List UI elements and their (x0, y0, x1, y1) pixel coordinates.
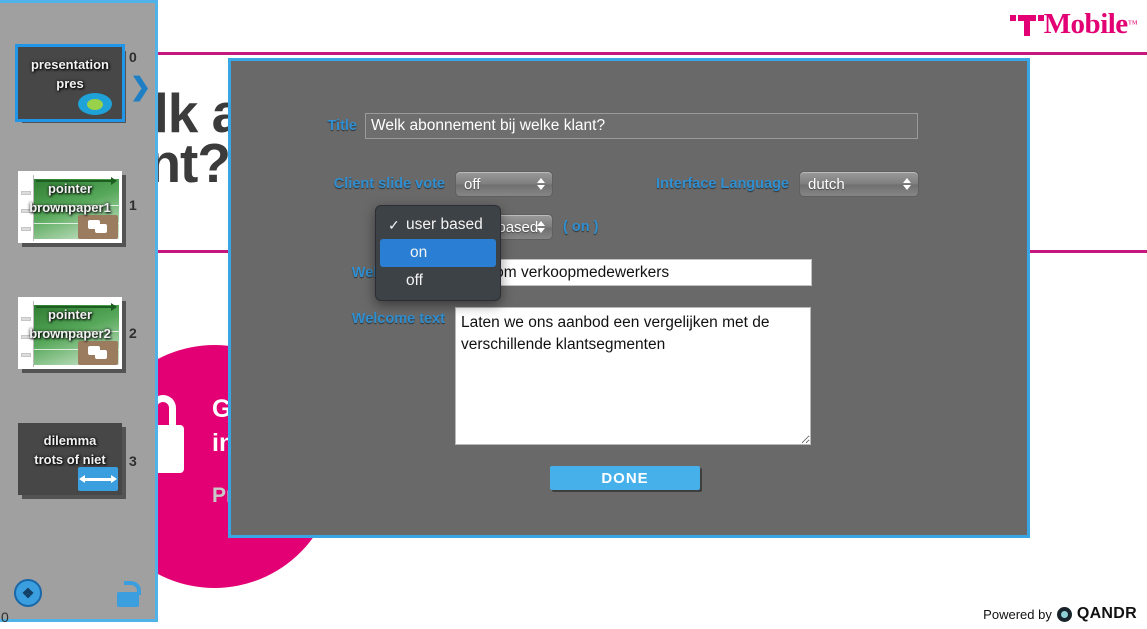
tmobile-trademark: ™ (1127, 19, 1138, 30)
qrcode-state: ( on ) (563, 219, 599, 235)
cards-icon (78, 341, 118, 365)
client-slide-vote-select[interactable]: off (455, 171, 553, 197)
dropdown-option-label: on (410, 244, 428, 261)
stepper-arrows-icon (537, 178, 545, 190)
welcome-text-label: Welcome text (351, 311, 445, 327)
guide-line-top (0, 52, 1147, 55)
sidebar-slide-thumb-2[interactable]: pointer brownpaper2 (18, 297, 122, 369)
tmobile-wordmark: Mobile (1043, 8, 1129, 40)
qandr-logo-icon (1056, 606, 1072, 622)
sidebar-slide-thumb-1[interactable]: pointer brownpaper1 (18, 171, 122, 243)
slide-sidebar[interactable]: presentation pres 0 ❯ pointer brownpaper… (0, 0, 158, 622)
qandr-wordmark: QANDR (1076, 605, 1137, 622)
app-window: Welk abonnement bij welke klant? Gecombi… (0, 0, 1147, 629)
stepper-arrows-icon (903, 178, 911, 190)
tmobile-t-mark (1009, 13, 1044, 37)
welcome-title-input[interactable] (455, 259, 812, 286)
done-button[interactable]: DONE (550, 466, 700, 490)
sidebar-slide-number-3: 3 (129, 453, 137, 469)
slide-settings-dialog: Title Client slide vote off Interface La… (228, 58, 1030, 538)
title-row: Title (313, 113, 918, 139)
welcome-text-row: Welcome text Laten we ons aanbod een ver… (313, 307, 811, 445)
dropdown-option-on[interactable]: on (380, 239, 496, 267)
client-slide-vote-label: Client slide vote (333, 176, 445, 192)
interface-language-value: dutch (808, 175, 845, 193)
sidebar-slide-number-0: 0 (129, 49, 137, 65)
interface-language-select[interactable]: dutch (799, 171, 919, 197)
cards-icon (78, 215, 118, 239)
sidebar-slide-number-2: 2 (129, 325, 137, 341)
welcome-text-input[interactable]: Laten we ons aanbod een vergelijken met … (455, 307, 811, 445)
dropdown-option-label: off (406, 272, 423, 289)
tmobile-logo: Mobile ™ (1009, 8, 1138, 41)
client-slide-vote-row: Client slide vote off (313, 171, 553, 197)
sidebar-slide-thumb-3[interactable]: dilemma trots of niet (18, 423, 122, 495)
sidebar-counter: 0 (1, 609, 9, 625)
dropdown-option-label: user based (406, 216, 483, 233)
powered-by-footer: Powered by QANDR (983, 605, 1137, 623)
powered-by-label: Powered by (983, 606, 1052, 622)
check-icon: ✓ (388, 216, 400, 233)
arrows-icon (78, 467, 118, 491)
sidebar-slide-thumb-0[interactable]: presentation pres (15, 44, 125, 122)
next-slide-arrow-icon[interactable]: ❯ (130, 75, 151, 100)
shuffle-icon[interactable]: ❖ (14, 579, 42, 607)
qrcode-dropdown-menu[interactable]: ✓ user based on off (375, 205, 501, 301)
client-slide-vote-value: off (464, 175, 481, 193)
target-icon (78, 93, 112, 115)
interface-language-label: Interface Language (656, 176, 789, 192)
dropdown-option-user-based[interactable]: ✓ user based (376, 211, 500, 239)
interface-language-row: Interface Language dutch (629, 171, 919, 197)
stepper-arrows-icon (537, 221, 545, 233)
unlock-icon[interactable] (117, 581, 141, 607)
title-input[interactable] (365, 113, 918, 139)
dropdown-option-off[interactable]: off (376, 267, 500, 295)
title-label: Title (327, 118, 357, 134)
sidebar-slide-number-1: 1 (129, 197, 137, 213)
